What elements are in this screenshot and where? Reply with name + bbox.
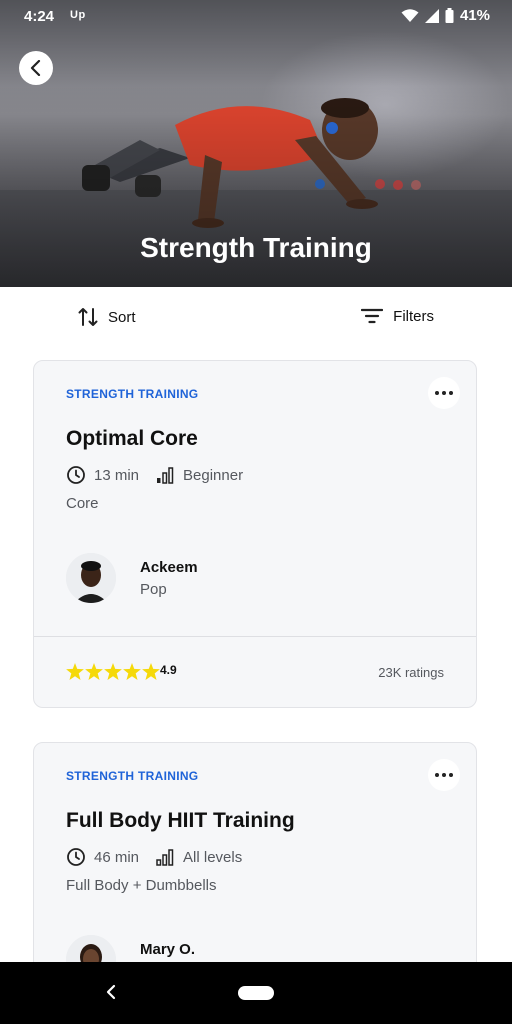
class-duration: 13 min [94, 466, 140, 484]
battery-icon [445, 8, 454, 23]
more-options-button[interactable] [428, 377, 460, 409]
class-category: STRENGTH TRAINING [66, 769, 199, 783]
instructor-genre: Pop [140, 581, 167, 598]
rating-value: 4.9 [160, 663, 177, 677]
class-meta: 46 min All levels [66, 847, 242, 867]
wifi-icon [401, 8, 419, 22]
rating-count: 23K ratings [378, 665, 444, 680]
sort-label: Sort [108, 308, 136, 326]
battery-percent: 41% [459, 7, 490, 24]
clock-icon [67, 466, 85, 484]
filters-label: Filters [393, 307, 434, 325]
instructor-name: Mary O. [140, 941, 196, 958]
clock-icon [67, 848, 85, 866]
instructor-name: Ackeem [140, 559, 198, 576]
star-icon [142, 663, 160, 680]
star-icon [104, 663, 122, 680]
hero-banner: Strength Training [0, 0, 512, 287]
nav-back-icon[interactable] [104, 982, 118, 1002]
home-button[interactable] [238, 986, 274, 1000]
back-button[interactable] [19, 51, 53, 85]
class-title: Full Body HIIT Training [66, 809, 295, 832]
more-options-button[interactable] [428, 759, 460, 791]
star-icon [123, 663, 141, 680]
filters-button[interactable]: Filters [361, 307, 434, 325]
more-icon [435, 391, 453, 395]
app-badge: Up [70, 9, 86, 21]
level-bars-icon [157, 467, 174, 484]
class-duration: 46 min [94, 848, 140, 866]
more-icon [435, 773, 453, 777]
card-divider [34, 636, 476, 637]
sort-icon [78, 308, 98, 326]
class-focus: Core [66, 495, 99, 512]
status-time: 4:24 [24, 8, 55, 25]
class-card[interactable]: STRENGTH TRAINING Full Body HIIT Trainin… [33, 742, 477, 982]
star-icon [85, 663, 103, 680]
star-icon [66, 663, 84, 680]
class-meta: 13 min Beginner [66, 465, 243, 485]
status-icons: 41% [401, 7, 490, 24]
sort-filter-bar: Sort Filters [0, 287, 512, 351]
filter-icon [361, 308, 384, 324]
page-title: Strength Training [140, 232, 372, 263]
class-title: Optimal Core [66, 427, 198, 450]
back-arrow-icon [30, 60, 41, 76]
class-level: All levels [183, 848, 243, 866]
sort-button[interactable]: Sort [78, 307, 136, 327]
class-level: Beginner [183, 466, 244, 484]
class-card[interactable]: STRENGTH TRAINING Optimal Core 13 min Be… [33, 360, 477, 708]
signal-icon [424, 8, 439, 23]
class-focus: Full Body + Dumbbells [66, 877, 217, 894]
rating-stars [66, 663, 160, 680]
system-navigation-bar [0, 962, 512, 1024]
status-bar: 4:24 Up 41% [0, 0, 512, 32]
instructor-avatar [66, 553, 116, 603]
class-category: STRENGTH TRAINING [66, 387, 199, 401]
level-bars-icon [156, 849, 174, 866]
